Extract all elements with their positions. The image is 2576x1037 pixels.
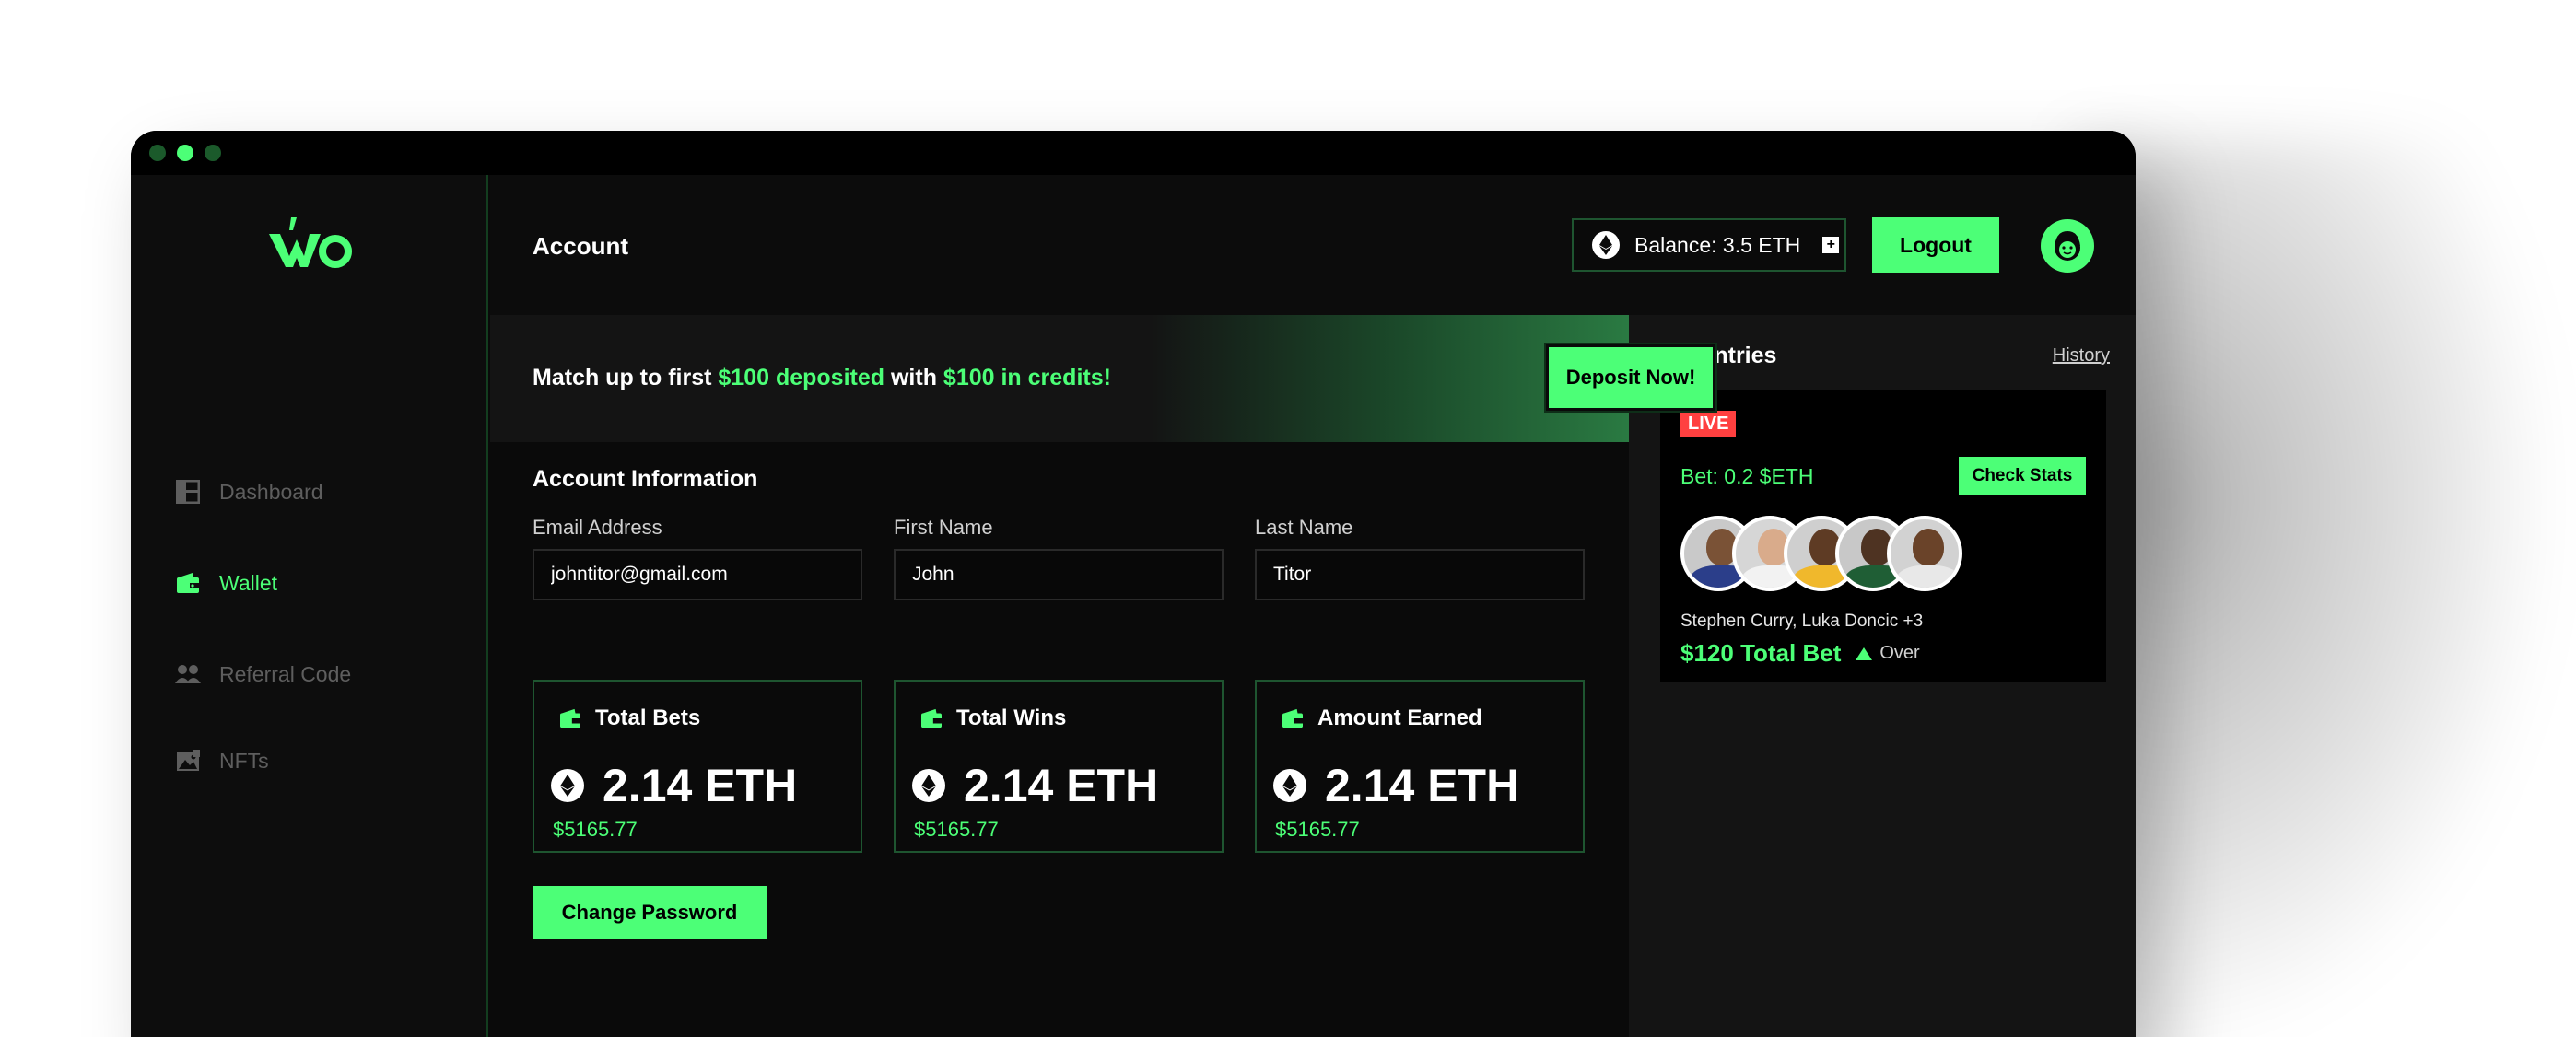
- ethereum-icon: [912, 769, 945, 802]
- history-link[interactable]: History: [2053, 345, 2110, 367]
- total-bets-card: Total Bets 2.14 ETH $5165.77: [533, 680, 862, 853]
- sidebar-item-referral-code[interactable]: Referral Code: [175, 661, 351, 687]
- over-label: Over: [1879, 643, 1920, 663]
- stat-value-row: 2.14 ETH: [1273, 759, 1519, 812]
- sidebar-item-wallet[interactable]: Wallet: [175, 570, 277, 596]
- account-information-heading: Account Information: [533, 466, 758, 492]
- player-5[interactable]: [1887, 516, 1962, 591]
- stat-card-header: Total Wins: [919, 705, 1066, 731]
- deposit-now-button[interactable]: Deposit Now!: [1544, 343, 1717, 413]
- sidebar-item-label: Referral Code: [219, 661, 352, 686]
- ethereum-icon: [1592, 231, 1620, 259]
- sidebar-item-label: Dashboard: [219, 479, 323, 504]
- first-name-field[interactable]: [894, 549, 1224, 600]
- triangle-up-icon: [1856, 647, 1873, 660]
- wallet-icon: [919, 708, 943, 728]
- stat-title: Total Bets: [595, 705, 701, 730]
- player-names: Stephen Curry, Luka Doncic +3: [1680, 612, 1924, 631]
- change-password-button[interactable]: Change Password: [533, 886, 767, 939]
- promo-banner: Match up to first $100 deposited with $1…: [490, 315, 1629, 442]
- sidebar: Dashboard Wallet Referral Code NFTs: [131, 175, 488, 1037]
- stat-value-row: 2.14 ETH: [551, 759, 797, 812]
- sidebar-item-dashboard[interactable]: Dashboard: [175, 479, 323, 505]
- promo-prefix: Match up to first: [533, 365, 719, 390]
- first-name-label: First Name: [894, 516, 993, 539]
- stat-usd: $5165.77: [1275, 818, 1360, 841]
- app-window: Dashboard Wallet Referral Code NFTs Acco…: [131, 131, 2136, 1037]
- image-icon: [175, 748, 201, 774]
- promo-highlight-credits: $100 in credits!: [943, 365, 1111, 390]
- wallet-icon: [1281, 708, 1305, 728]
- total-wins-card: Total Wins 2.14 ETH $5165.77: [894, 680, 1224, 853]
- stat-card-header: Amount Earned: [1281, 705, 1482, 731]
- stat-value: 2.14 ETH: [1325, 760, 1520, 811]
- promo-middle: with: [884, 365, 943, 390]
- wallet-icon: [558, 708, 582, 728]
- over-indicator: Over: [1856, 643, 1920, 664]
- ethereum-icon: [1273, 769, 1306, 802]
- ethereum-icon: [551, 769, 584, 802]
- plus-icon[interactable]: +: [1822, 237, 1840, 253]
- sidebar-item-label: Wallet: [219, 570, 278, 595]
- live-badge: LIVE: [1680, 411, 1737, 437]
- window-dot-1[interactable]: [149, 145, 166, 161]
- last-name-field[interactable]: [1255, 549, 1585, 600]
- last-name-label: Last Name: [1255, 516, 1353, 539]
- bet-amount: Bet: 0.2 $ETH: [1680, 464, 1814, 488]
- promo-text: Match up to first $100 deposited with $1…: [533, 365, 1111, 391]
- promo-highlight-deposit: $100 deposited: [718, 365, 885, 390]
- top-bar: Account Balance: 3.5 ETH + Logout: [490, 175, 2136, 315]
- wallet-icon: [175, 570, 201, 596]
- dashboard-icon: [175, 479, 201, 505]
- wo-logo-icon[interactable]: [269, 217, 352, 269]
- window-dot-3[interactable]: [205, 145, 221, 161]
- stat-card-header: Total Bets: [558, 705, 700, 731]
- balance-label: Balance: 3.5 ETH: [1634, 232, 1801, 257]
- total-bet-amount: $120 Total Bet: [1680, 639, 1842, 667]
- total-bet-row: $120 Total Bet Over: [1680, 639, 1920, 668]
- email-field[interactable]: [533, 549, 862, 600]
- stat-usd: $5165.77: [914, 818, 999, 841]
- entry-card[interactable]: LIVE Bet: 0.2 $ETH Check Stats Stephen C…: [1660, 390, 2106, 682]
- main-content: Account Balance: 3.5 ETH + Logout Match …: [490, 175, 2136, 1037]
- stat-title: Total Wins: [956, 705, 1067, 730]
- sidebar-item-label: NFTs: [219, 748, 269, 773]
- email-label: Email Address: [533, 516, 662, 539]
- balance-display[interactable]: Balance: 3.5 ETH +: [1572, 218, 1846, 272]
- my-entries-panel: My Entries History LIVE Bet: 0.2 $ETH Ch…: [1629, 315, 2136, 1037]
- player-avatars: [1680, 516, 1975, 593]
- title-bar: [131, 131, 2136, 175]
- window-dot-2[interactable]: [177, 145, 193, 161]
- stat-value: 2.14 ETH: [603, 760, 798, 811]
- logout-button[interactable]: Logout: [1872, 217, 1999, 273]
- stat-title: Amount Earned: [1317, 705, 1482, 730]
- stat-value: 2.14 ETH: [964, 760, 1159, 811]
- amount-earned-card: Amount Earned 2.14 ETH $5165.77: [1255, 680, 1585, 853]
- window-drop-shadow: [2073, 138, 2552, 1037]
- page-title: Account: [533, 232, 628, 260]
- user-face-icon[interactable]: [2041, 219, 2094, 273]
- stat-value-row: 2.14 ETH: [912, 759, 1158, 812]
- sidebar-item-nfts[interactable]: NFTs: [175, 748, 269, 774]
- people-icon: [175, 661, 201, 687]
- stat-usd: $5165.77: [553, 818, 638, 841]
- check-stats-button[interactable]: Check Stats: [1959, 457, 2086, 495]
